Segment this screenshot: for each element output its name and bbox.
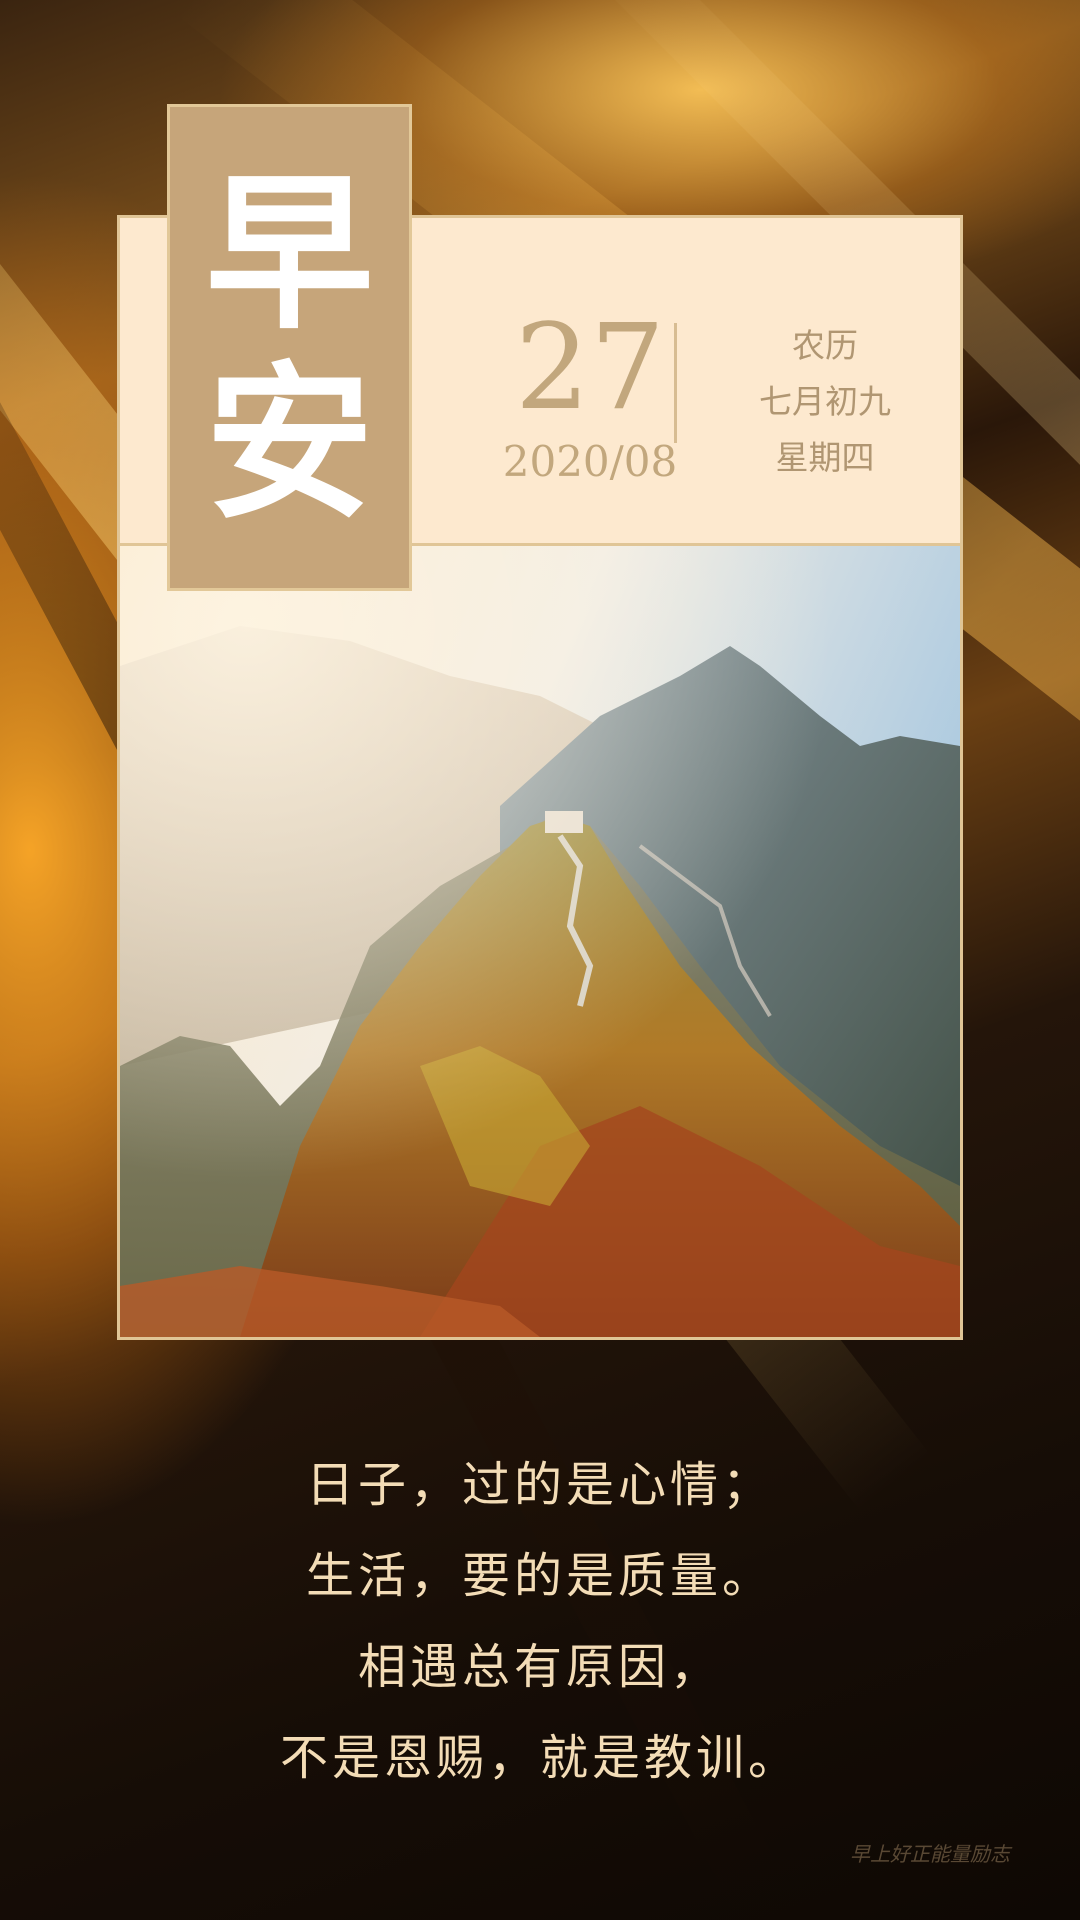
divider [674, 323, 677, 443]
greeting-char-1: 早 [205, 153, 374, 352]
lunar-info: 农历 七月初九 星期四 [720, 318, 930, 486]
date-year-month: 2020/08 [502, 437, 678, 486]
quote-line: 相遇总有原因， [357, 1639, 722, 1695]
quote-line: 不是恩赐，就是教训。 [279, 1730, 800, 1786]
date-day: 27 [514, 298, 666, 436]
weekday: 星期四 [775, 438, 875, 477]
greeting-title: 早 安 [167, 104, 412, 591]
lunar-date: 七月初九 [759, 382, 891, 421]
watermark: 早上好正能量励志 [850, 1842, 1010, 1866]
quote-line: 日子，过的是心情； [305, 1457, 774, 1513]
lunar-label: 农历 [792, 326, 858, 365]
quote-line: 生活，要的是质量。 [305, 1548, 774, 1604]
quote-text: 日子，过的是心情； 生活，要的是质量。 相遇总有原因， 不是恩赐，就是教训。 [0, 1440, 1080, 1804]
greeting-char-2: 安 [205, 343, 374, 542]
mountain-photo [120, 546, 960, 1337]
